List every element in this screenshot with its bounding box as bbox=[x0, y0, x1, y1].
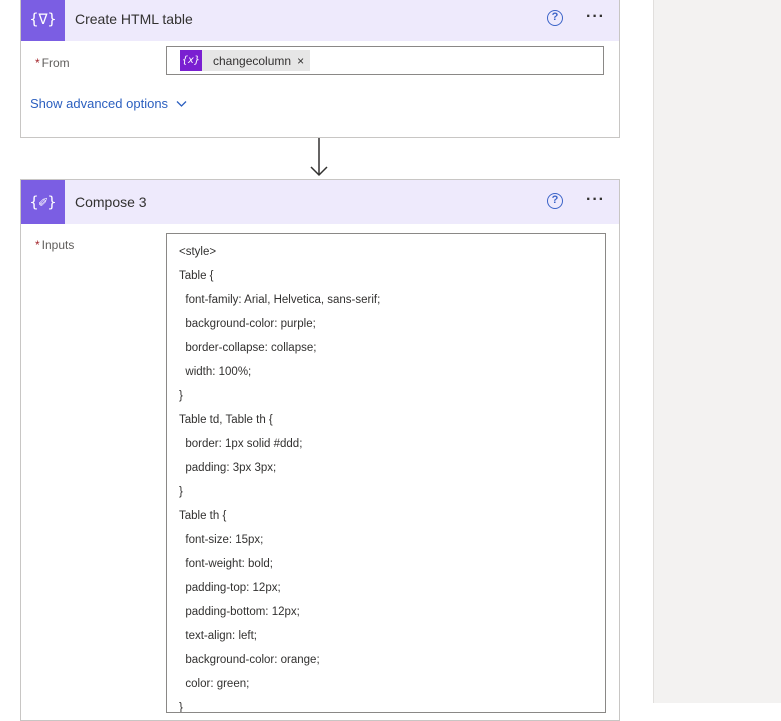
code-line: color: green; bbox=[179, 678, 250, 690]
dynamic-content-token[interactable]: {x} changecolumn × bbox=[180, 50, 311, 71]
code-line: background-color: orange; bbox=[179, 654, 320, 666]
remove-token-icon[interactable]: × bbox=[297, 54, 310, 68]
more-options-icon[interactable]: ··· bbox=[586, 9, 610, 27]
token-label: changecolumn bbox=[213, 53, 292, 68]
code-line: font-family: Arial, Helvetica, sans-seri… bbox=[179, 294, 381, 306]
card-title[interactable]: Compose 3 bbox=[75, 180, 147, 224]
code-line: Table th { bbox=[179, 510, 227, 522]
card-header[interactable]: {∇} Create HTML table ? ··· bbox=[21, 0, 619, 41]
help-icon[interactable]: ? bbox=[547, 193, 563, 209]
variable-icon: {x} bbox=[180, 50, 202, 71]
inputs-field-label: * Inputs bbox=[35, 238, 75, 252]
code-line: padding-top: 12px; bbox=[179, 582, 281, 594]
compose-icon: {✐} bbox=[21, 180, 65, 224]
code-line: background-color: purple; bbox=[179, 318, 316, 330]
compose-3-card: {✐} Compose 3 ? ··· * Inputs <style> Table… bbox=[20, 179, 620, 721]
from-field-input[interactable]: {x} changecolumn × bbox=[166, 46, 604, 75]
code-line: } bbox=[179, 390, 183, 402]
code-line: border-collapse: collapse; bbox=[179, 342, 317, 354]
code-line: font-weight: bold; bbox=[179, 558, 273, 570]
code-line: <style> bbox=[179, 246, 217, 258]
code-line: width: 100%; bbox=[179, 366, 252, 378]
code-line: Table td, Table th { bbox=[179, 414, 273, 426]
show-advanced-options-link[interactable]: Show advanced options bbox=[30, 96, 187, 111]
card-header[interactable]: {✐} Compose 3 ? ··· bbox=[21, 180, 619, 224]
canvas-right-gutter bbox=[653, 0, 781, 703]
code-line: border: 1px solid #ddd; bbox=[179, 438, 303, 450]
code-line: } bbox=[179, 486, 183, 498]
create-html-table-card: {∇} Create HTML table ? ··· * From {x} ch… bbox=[20, 0, 620, 138]
from-field-label: * From bbox=[35, 56, 70, 70]
code-line: padding: 3px 3px; bbox=[179, 462, 277, 474]
chevron-down-icon bbox=[176, 100, 187, 107]
html-table-icon: {∇} bbox=[21, 0, 65, 41]
code-line: padding-bottom: 12px; bbox=[179, 606, 300, 618]
code-line: font-size: 15px; bbox=[179, 534, 264, 546]
connector-arrow-icon bbox=[310, 138, 328, 177]
code-line: Table { bbox=[179, 270, 214, 282]
inputs-field-editor[interactable]: <style> Table { font-family: Arial, Helve… bbox=[166, 233, 606, 713]
code-line: text-align: left; bbox=[179, 630, 257, 642]
card-title[interactable]: Create HTML table bbox=[75, 0, 193, 41]
more-options-icon[interactable]: ··· bbox=[586, 192, 610, 210]
code-line: } bbox=[179, 702, 183, 713]
help-icon[interactable]: ? bbox=[547, 10, 563, 26]
